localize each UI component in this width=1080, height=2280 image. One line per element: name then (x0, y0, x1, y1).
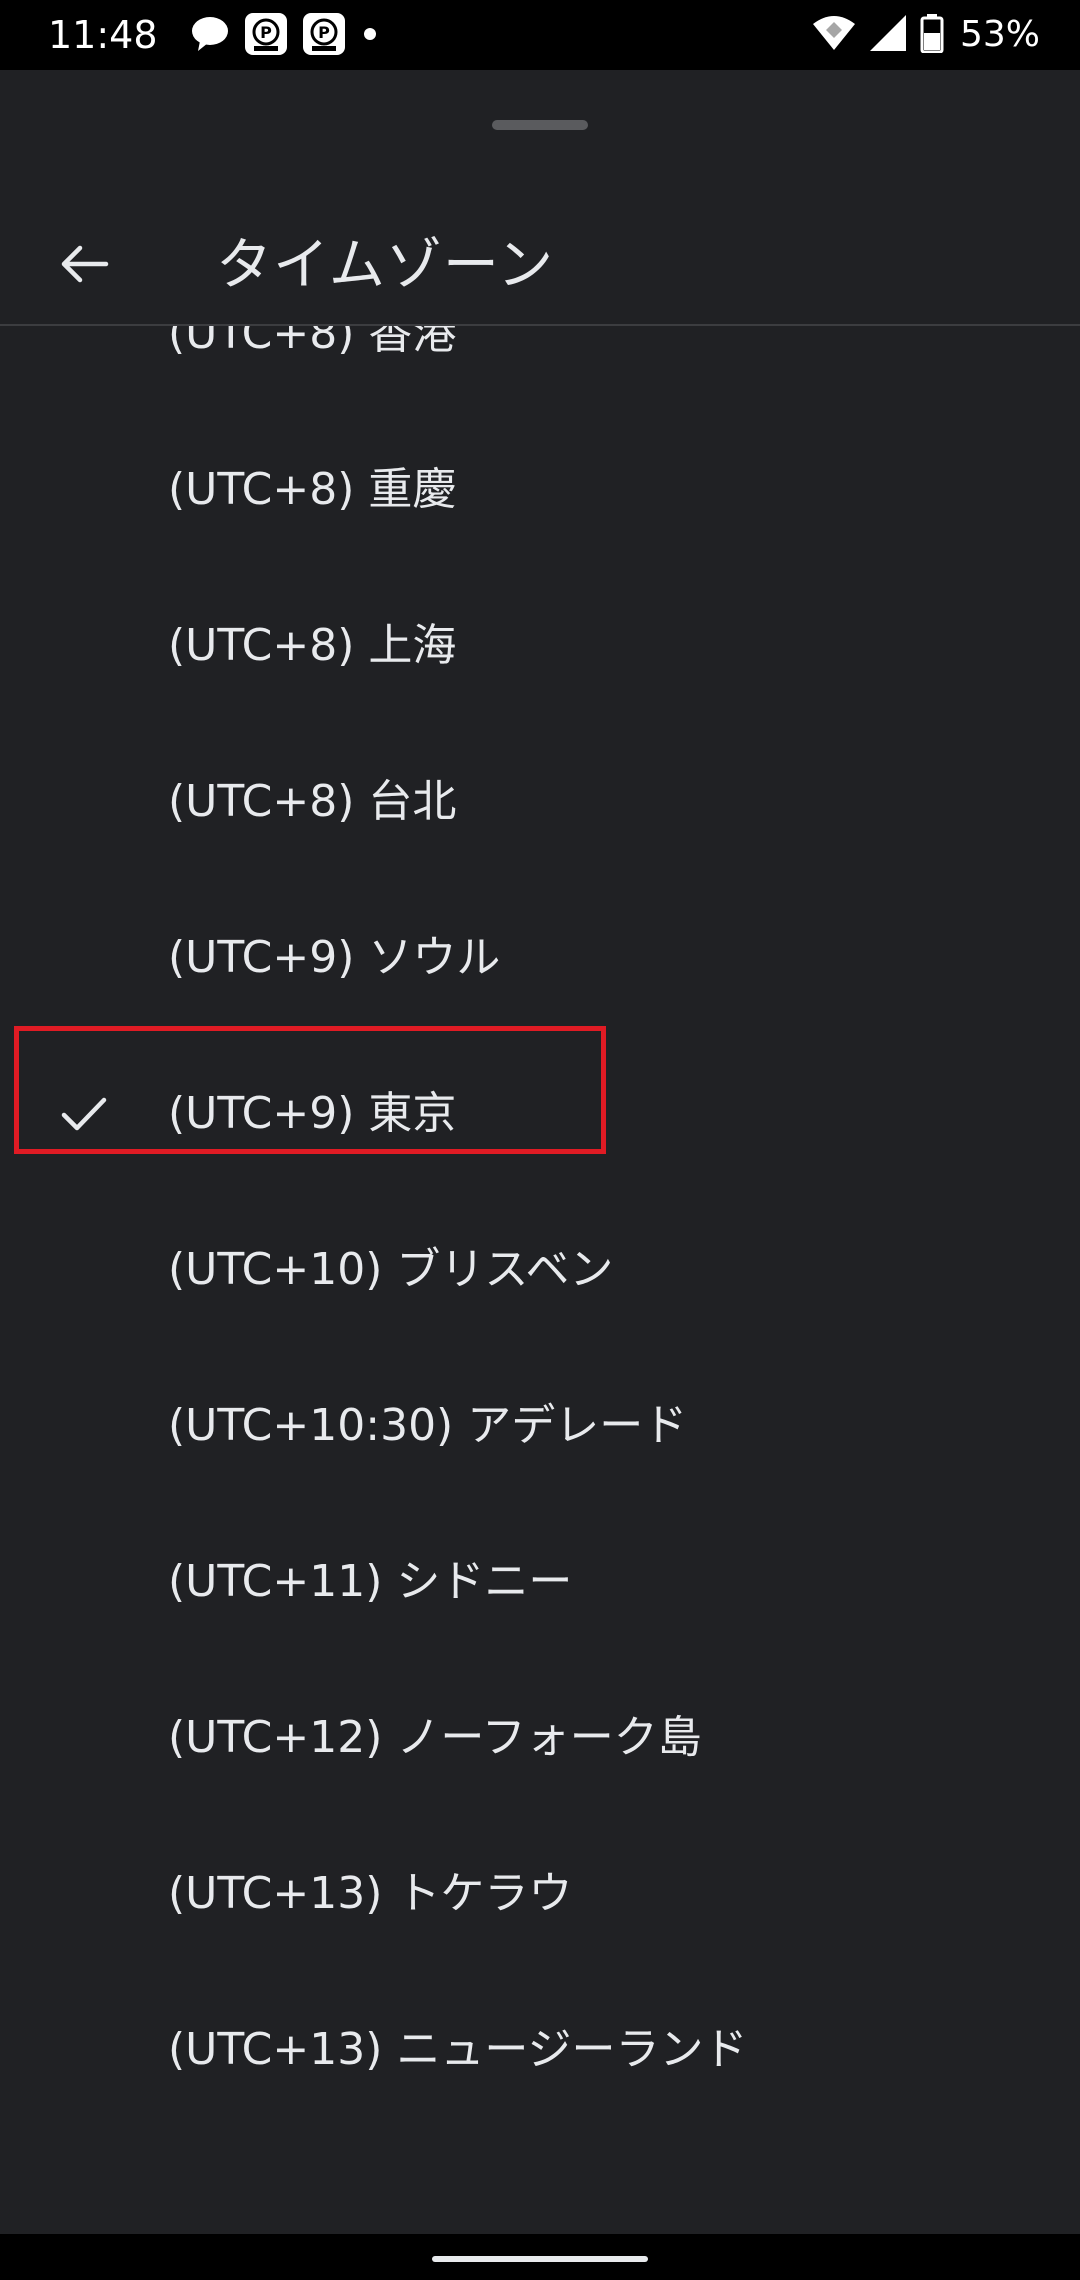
timezone-label: (UTC+9) 東京 (168, 1088, 457, 1139)
system-icons: 53% (812, 12, 1040, 58)
back-button[interactable] (40, 222, 128, 310)
timezone-item[interactable]: (UTC+8) 台北 (0, 724, 1080, 880)
battery-icon (920, 13, 944, 57)
timezone-list[interactable]: (UTC+8) 香港 (UTC+8) 重慶 (UTC+8) 上海 (UTC+8)… (0, 326, 1080, 2234)
timezone-label: (UTC+10) ブリスベン (168, 1244, 614, 1295)
arrow-back-icon (56, 236, 112, 296)
parking-app-icon: P (302, 12, 346, 60)
svg-text:P: P (318, 23, 330, 42)
svg-text:P: P (260, 23, 272, 42)
timezone-label: (UTC+10:30) アデレード (168, 1400, 688, 1451)
dot-icon (360, 24, 380, 48)
timezone-sheet: タイムゾーン (UTC+8) 香港 (UTC+8) 重慶 (UTC+8) 上海 … (0, 70, 1080, 2234)
timezone-label: (UTC+8) 重慶 (168, 464, 457, 515)
timezone-label: (UTC+9) ソウル (168, 932, 501, 983)
page-title: タイムゾーン (216, 233, 555, 298)
chat-bubble-icon (190, 15, 230, 57)
timezone-item[interactable]: (UTC+8) 香港 (0, 326, 1080, 412)
drag-handle[interactable] (492, 120, 588, 130)
timezone-item[interactable]: (UTC+8) 上海 (0, 568, 1080, 724)
timezone-item[interactable]: (UTC+10) ブリスベン (0, 1192, 1080, 1348)
timezone-item[interactable]: (UTC+12) ノーフォーク島 (0, 1660, 1080, 1816)
timezone-item[interactable]: (UTC+13) トケラウ (0, 1816, 1080, 1972)
timezone-item[interactable]: (UTC+8) 重慶 (0, 412, 1080, 568)
timezone-label: (UTC+8) 香港 (168, 326, 457, 359)
timezone-item[interactable]: (UTC+13) ニュージーランド (0, 1972, 1080, 2128)
notification-icons: P P (190, 12, 380, 60)
cellular-signal-icon (868, 13, 908, 57)
timezone-item[interactable]: (UTC+9) ソウル (0, 880, 1080, 1036)
status-time: 11:48 (48, 13, 158, 57)
battery-percentage: 53% (959, 14, 1040, 55)
timezone-label: (UTC+8) 上海 (168, 620, 457, 671)
timezone-item-selected[interactable]: (UTC+9) 東京 (0, 1036, 1080, 1192)
navigation-bar (0, 2234, 1080, 2280)
timezone-item[interactable]: (UTC+10:30) アデレード (0, 1348, 1080, 1504)
timezone-label: (UTC+13) トケラウ (168, 1868, 573, 1919)
parking-app-icon: P (244, 12, 288, 60)
timezone-label: (UTC+11) シドニー (168, 1556, 573, 1607)
header: タイムゾーン (0, 210, 1080, 322)
timezone-label: (UTC+8) 台北 (168, 776, 457, 827)
wifi-icon (812, 14, 856, 56)
timezone-label: (UTC+13) ニュージーランド (168, 2024, 748, 2075)
home-indicator[interactable] (432, 2256, 648, 2262)
check-icon (58, 1088, 110, 1140)
screen: 11:48 P P 53% タイムゾーン (UTC+8) 香港 (UTC+8) … (0, 0, 1080, 2280)
timezone-label: (UTC+12) ノーフォーク島 (168, 1712, 702, 1763)
status-bar: 11:48 P P 53% (0, 0, 1080, 70)
timezone-item[interactable]: (UTC+11) シドニー (0, 1504, 1080, 1660)
